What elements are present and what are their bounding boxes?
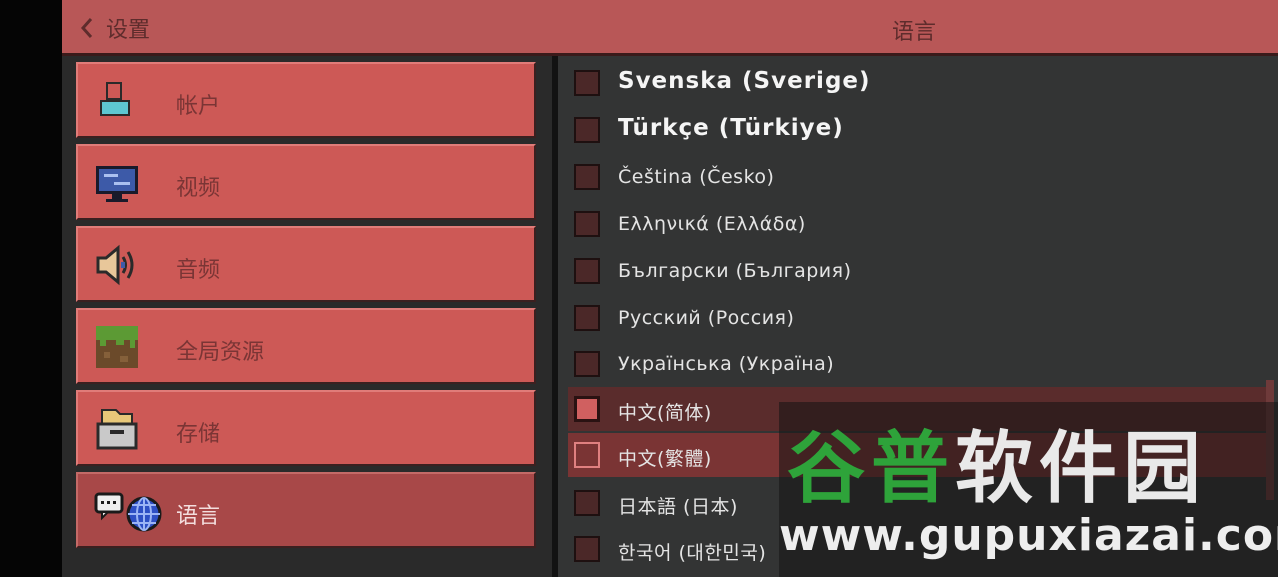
account-icon: [100, 82, 130, 116]
language-option[interactable]: Русский (Россия): [568, 296, 1268, 340]
back-button[interactable]: 设置: [80, 12, 150, 44]
language-label: 日本語 (日本): [618, 496, 738, 518]
watermark: 谷普软件园 www.gupuxiazai.com: [779, 402, 1278, 577]
language-radio[interactable]: [574, 305, 600, 331]
language-radio[interactable]: [574, 351, 600, 377]
settings-sidebar: 帐户 视频 音频 全局资源 存储 语言: [62, 56, 552, 577]
language-label: Čeština (Česko): [618, 166, 775, 188]
left-edge-bar: [0, 0, 62, 577]
language-label: Українська (Україна): [618, 353, 835, 375]
language-radio[interactable]: [574, 211, 600, 237]
language-label: Türkçe (Türkiye): [618, 115, 844, 141]
language-label: 中文(繁體): [618, 448, 712, 470]
sidebar-item-global-resources[interactable]: 全局资源: [76, 308, 536, 384]
language-option[interactable]: Ελληνικά (Ελλάδα): [568, 202, 1268, 246]
sidebar-item-label: 存储: [176, 422, 221, 447]
watermark-title: 谷普软件园: [787, 406, 1207, 518]
language-label: 한국어 (대한민국): [618, 542, 767, 564]
page-title: 语言: [892, 20, 937, 45]
sidebar-item-account[interactable]: 帐户: [76, 62, 536, 138]
watermark-green-text: 谷普: [787, 424, 956, 514]
language-radio[interactable]: [574, 442, 600, 468]
sidebar-item-video[interactable]: 视频: [76, 144, 536, 220]
language-label: Svenska (Sverige): [618, 68, 871, 94]
language-radio-checked[interactable]: [574, 396, 600, 422]
language-radio[interactable]: [574, 164, 600, 190]
sidebar-item-label: 视频: [176, 176, 221, 201]
language-label: 中文(简体): [618, 402, 712, 424]
global-resources-icon: [96, 326, 138, 368]
language-option[interactable]: Türkçe (Türkiye): [568, 108, 1268, 152]
language-option[interactable]: Čeština (Česko): [568, 155, 1268, 199]
language-label: Русский (Россия): [618, 307, 795, 329]
language-option[interactable]: Български (България): [568, 249, 1268, 293]
sidebar-item-label: 语言: [176, 504, 221, 529]
language-label: Български (България): [618, 260, 852, 282]
sidebar-item-language[interactable]: 语言: [76, 472, 536, 548]
storage-icon: [96, 409, 138, 450]
sidebar-item-storage[interactable]: 存储: [76, 390, 536, 466]
sidebar-item-label: 音频: [176, 258, 221, 283]
language-radio[interactable]: [574, 258, 600, 284]
watermark-url: www.gupuxiazai.com: [779, 510, 1278, 561]
language-option[interactable]: Svenska (Sverige): [568, 61, 1268, 105]
chevron-left-icon: [80, 18, 93, 38]
language-radio[interactable]: [574, 117, 600, 143]
language-label: Ελληνικά (Ελλάδα): [618, 213, 806, 235]
language-radio[interactable]: [574, 490, 600, 516]
back-label: 设置: [106, 18, 151, 43]
watermark-white-text: 软件园: [955, 424, 1208, 514]
language-radio[interactable]: [574, 536, 600, 562]
sidebar-item-label: 帐户: [176, 94, 221, 119]
header-bar: 设置 语言: [62, 0, 1278, 56]
language-icon: [94, 492, 162, 532]
sidebar-item-audio[interactable]: 音频: [76, 226, 536, 302]
language-option[interactable]: Українська (Україна): [568, 342, 1268, 386]
audio-icon: [96, 244, 134, 286]
language-radio[interactable]: [574, 70, 600, 96]
video-icon: [96, 166, 138, 202]
sidebar-item-label: 全局资源: [176, 340, 265, 365]
